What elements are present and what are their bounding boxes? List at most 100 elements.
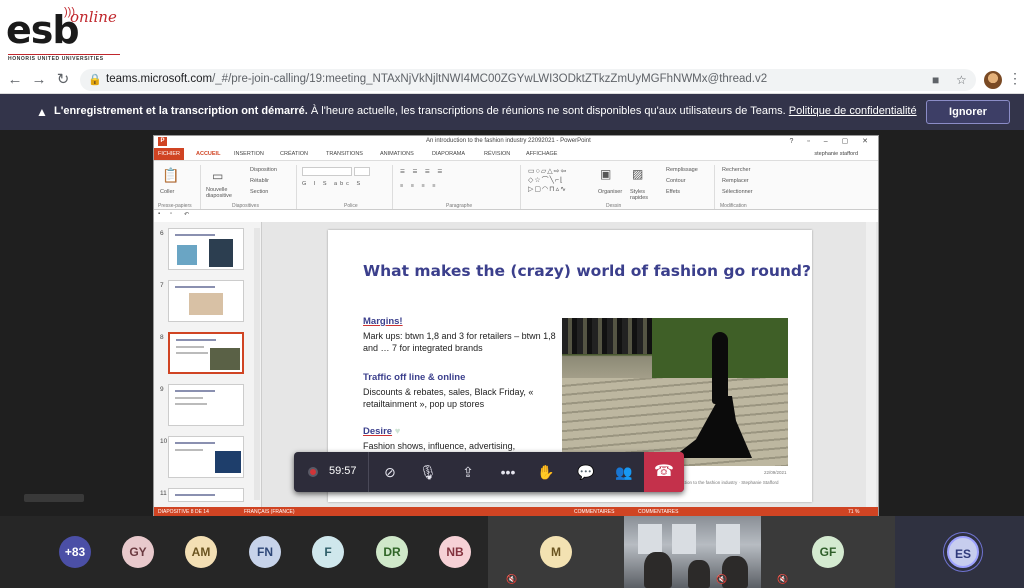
participant-tile-gf[interactable]: GF 🔇 — [761, 516, 895, 588]
reset-button[interactable]: Rétablir — [250, 178, 269, 184]
chat-icon[interactable]: 💬 — [574, 460, 598, 484]
bookmark-star-icon[interactable]: ☆ — [956, 73, 967, 87]
forward-arrow-icon[interactable]: → — [30, 71, 48, 89]
camera-blocked-icon[interactable]: ■ — [932, 73, 939, 87]
paste-icon[interactable]: 📋 — [162, 167, 179, 184]
slide-thumbnail[interactable] — [168, 228, 244, 270]
ignore-button[interactable]: Ignorer — [926, 100, 1010, 124]
participant-avatar[interactable]: FN — [249, 536, 281, 568]
paste-button[interactable]: Coller — [160, 189, 174, 195]
slide-count-status: DIAPOSITIVE 8 DE 14 — [158, 509, 209, 515]
thumbnail-row[interactable]: 9 — [154, 384, 254, 428]
logo-strip: ))) esb online HONORIS UNITED UNIVERSITI… — [0, 0, 1024, 66]
lock-icon[interactable]: 🔒 — [88, 73, 102, 86]
camera-off-icon[interactable]: ⊘ — [378, 460, 402, 484]
paragraph-list-buttons[interactable]: ☰ ☰ ☰ ☰ — [400, 169, 445, 175]
comments-status-2[interactable]: COMMENTAIRES — [638, 509, 678, 515]
slide-scrollbar[interactable] — [866, 222, 876, 507]
participant-avatar[interactable]: F — [312, 536, 344, 568]
slide-text-margins: Mark ups: btwn 1,8 and 3 for retailers –… — [363, 331, 556, 353]
profile-avatar[interactable] — [984, 71, 1002, 89]
raise-hand-icon[interactable]: ✋ — [534, 460, 558, 484]
thumbnail-row[interactable]: 7 — [154, 280, 254, 324]
presenter-name-tag — [24, 494, 84, 502]
share-screen-icon[interactable]: ⇪ — [456, 460, 480, 484]
esb-online-logo: ))) esb online HONORIS UNITED UNIVERSITI… — [6, 4, 124, 64]
find-button[interactable]: Rechercher — [722, 167, 750, 173]
language-status[interactable]: FRANÇAIS (FRANCE) — [244, 509, 295, 515]
effects-button[interactable]: Effets — [666, 189, 680, 195]
outline-button[interactable]: Contour — [666, 178, 686, 184]
font-name-box[interactable] — [302, 167, 352, 176]
tab-transitions[interactable]: TRANSITIONS — [326, 151, 363, 157]
participant-avatar[interactable]: GY — [122, 536, 154, 568]
section-button[interactable]: Section — [250, 189, 268, 195]
hang-up-button[interactable]: ☎ — [644, 452, 684, 492]
privacy-policy-link[interactable]: Politique de confidentialité — [789, 105, 917, 117]
new-slide-icon[interactable]: ▭ — [212, 169, 223, 183]
shared-screen-stage: P An introduction to the fashion industr… — [0, 130, 1024, 518]
tab-insertion[interactable]: INSERTION — [234, 151, 264, 157]
fill-button[interactable]: Remplissage — [666, 167, 698, 173]
thumbnail-row[interactable]: 8 — [154, 332, 254, 376]
url-text[interactable]: teams.microsoft.com/_#/pre-join-calling/… — [106, 73, 767, 85]
more-actions-icon[interactable]: ••• — [496, 460, 520, 484]
tab-creation[interactable]: CRÉATION — [280, 151, 308, 157]
meeting-timer: 59:57 — [329, 465, 357, 477]
thumbnail-number: 10 — [160, 438, 168, 445]
arrange-icon[interactable]: ▣ — [600, 167, 611, 181]
slide-thumbnail[interactable] — [168, 436, 244, 478]
quick-styles-icon[interactable]: ▨ — [632, 167, 643, 181]
undo-icon[interactable]: ↶ — [184, 211, 189, 218]
slide-thumbnail-selected[interactable] — [168, 332, 244, 374]
reload-icon[interactable]: ↻ — [54, 71, 72, 89]
font-size-box[interactable] — [354, 167, 370, 176]
slide-text-desire: Fashion shows, influence, advertising, — [363, 441, 516, 451]
mic-off-icon[interactable]: 🎙 — [416, 460, 440, 484]
address-bar[interactable]: 🔒 teams.microsoft.com/_#/pre-join-callin… — [80, 69, 976, 91]
slide-thumbnail[interactable] — [168, 488, 244, 502]
zoom-level[interactable]: 71 % — [848, 509, 859, 515]
participants-icon[interactable]: 👥 — [612, 460, 636, 484]
layout-button[interactable]: Disposition — [250, 167, 277, 173]
slide-thumbnail[interactable] — [168, 384, 244, 426]
paragraph-align-buttons[interactable]: ≡ ≡ ≡ ≡ — [400, 183, 438, 189]
save-icon[interactable]: ▪ — [158, 211, 160, 217]
participant-avatar[interactable]: DR — [376, 536, 408, 568]
quick-access-toolbar: ▪ ▫ ↶ — [154, 210, 878, 222]
mic-off-icon: 🔇 — [506, 574, 518, 584]
thumbnail-number: 6 — [160, 230, 164, 237]
tab-animations[interactable]: ANIMATIONS — [380, 151, 414, 157]
more-participants-avatar[interactable]: +83 — [59, 536, 91, 568]
quick-styles-button[interactable]: Styles rapides — [630, 189, 652, 201]
mic-off-icon: 🔇 — [777, 574, 789, 584]
comments-status[interactable]: COMMENTAIRES — [574, 509, 614, 515]
recording-indicator-icon — [308, 467, 318, 477]
window-controls[interactable]: ? ▫ – ▢ ✕ — [789, 137, 874, 145]
thumbnail-row[interactable]: 6 — [154, 228, 254, 272]
tab-affichage[interactable]: AFFICHAGE — [526, 151, 557, 157]
browser-menu-icon[interactable]: ⋮ — [1008, 70, 1022, 87]
arrange-button[interactable]: Organiser — [598, 189, 622, 195]
participant-video-tile[interactable]: 🔇 — [624, 516, 761, 588]
replace-button[interactable]: Remplacer — [722, 178, 749, 184]
thumbnail-scrollbar[interactable] — [254, 228, 260, 500]
back-arrow-icon[interactable]: ← — [6, 71, 24, 89]
select-button[interactable]: Sélectionner — [722, 189, 753, 195]
new-slide-button[interactable]: Nouvelle diapositive — [206, 187, 242, 199]
shapes-gallery[interactable]: ▭○▱△⇨⇦ ◇☆⌒╲⌐⌊ ▷▢◠⊓▵∿ — [528, 167, 598, 197]
slide-thumbnail[interactable] — [168, 280, 244, 322]
font-style-buttons[interactable]: G I S abc S — [302, 181, 363, 187]
group-dessin: Dessin — [606, 203, 622, 209]
tab-fichier[interactable]: FICHIER — [154, 148, 184, 160]
participant-tile-es[interactable]: ES — [895, 516, 1024, 588]
participant-tile-m[interactable]: M 🔇 — [488, 516, 624, 588]
thumbnail-row[interactable]: 10 — [154, 436, 254, 480]
tab-diaporama[interactable]: DIAPORAMA — [432, 151, 465, 157]
participant-avatar[interactable]: NB — [439, 536, 471, 568]
browser-toolbar: ← → ↻ 🔒 teams.microsoft.com/_#/pre-join-… — [0, 66, 1024, 94]
participant-avatar[interactable]: AM — [185, 536, 217, 568]
tab-accueil[interactable]: ACCUEIL — [196, 151, 220, 157]
tab-revision[interactable]: RÉVISION — [484, 151, 510, 157]
start-slideshow-icon[interactable]: ▫ — [170, 211, 172, 217]
